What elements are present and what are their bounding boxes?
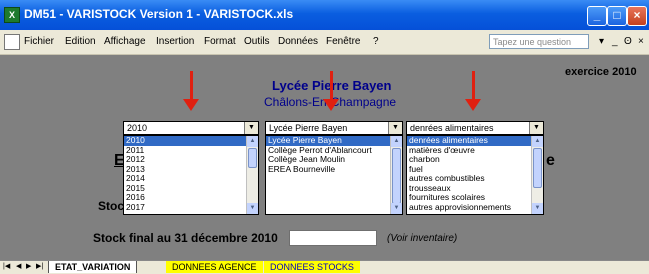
menu-help[interactable]: ? (373, 36, 379, 47)
close-button[interactable]: × (627, 6, 647, 26)
scroll-down-icon[interactable]: ▼ (247, 203, 258, 214)
doc-minimize-button[interactable]: _ (612, 36, 618, 47)
doc-restore-button[interactable]: ʘ (624, 36, 632, 47)
first-sheet-icon[interactable]: |◀ (3, 262, 10, 270)
final-stock-label: Stock final au 31 décembre 2010 (93, 231, 278, 245)
category-select[interactable]: denrées alimentaires ▼ (406, 121, 544, 135)
doc-close-button[interactable]: × (638, 36, 644, 47)
menu-edition[interactable]: Edition (65, 36, 96, 47)
window-title-bar: X DM51 - VARISTOCK Version 1 - VARISTOCK… (0, 0, 649, 30)
final-stock-input[interactable] (289, 230, 377, 246)
chevron-down-icon[interactable]: ▼ (388, 122, 402, 134)
school-option[interactable]: EREA Bourneville (266, 164, 402, 175)
window-title: DM51 - VARISTOCK Version 1 - VARISTOCK.x… (24, 7, 294, 21)
inventory-note: (Voir inventaire) (387, 233, 458, 244)
scroll-up-icon[interactable]: ▲ (391, 136, 402, 147)
menu-outils[interactable]: Outils (244, 36, 270, 47)
minimize-button[interactable]: _ (587, 6, 607, 26)
category-listbox[interactable]: denrées alimentaires matières d'œuvre ch… (406, 135, 544, 215)
red-arrow-year-head-icon (183, 99, 199, 111)
maximize-button[interactable]: □ (607, 6, 627, 26)
school-scrollbar[interactable]: ▲ ▼ (390, 136, 402, 214)
menu-insertion[interactable]: Insertion (156, 36, 194, 47)
worksheet-area[interactable]: exercice 2010 Lycée Pierre Bayen Châlons… (0, 55, 649, 260)
year-select[interactable]: 2010 ▼ (123, 121, 259, 135)
workbook-icon[interactable] (4, 34, 20, 50)
menu-bar: Fichier Edition Affichage Insertion Form… (0, 30, 649, 55)
school-select[interactable]: Lycée Pierre Bayen ▼ (265, 121, 403, 135)
red-arrow-category-head-icon (465, 99, 481, 111)
tab-donnees-agence[interactable]: DONNEES AGENCE (166, 261, 263, 273)
tab-donnees-stocks[interactable]: DONNEES STOCKS (264, 261, 360, 273)
menu-format[interactable]: Format (204, 36, 236, 47)
year-option[interactable]: 2017 (124, 202, 258, 213)
partial-stock-label: Stoc (98, 199, 125, 213)
scroll-down-icon[interactable]: ▼ (391, 203, 402, 214)
next-sheet-icon[interactable]: ▶ (26, 262, 31, 270)
help-question-input[interactable]: Tapez une question (489, 34, 589, 49)
tab-etat-variation[interactable]: ETAT_VARIATION (48, 261, 138, 273)
year-scrollbar[interactable]: ▲ ▼ (246, 136, 258, 214)
category-option[interactable]: charbon (407, 154, 543, 165)
prev-sheet-icon[interactable]: ◀ (16, 262, 21, 270)
school-listbox[interactable]: Lycée Pierre Bayen Collège Perrot d'Abla… (265, 135, 403, 215)
exercise-label: exercice 2010 (565, 66, 637, 78)
menu-fenetre[interactable]: Fenêtre (326, 36, 360, 47)
help-dropdown-icon[interactable]: ▾ (599, 36, 604, 47)
menu-donnees[interactable]: Données (278, 36, 318, 47)
chevron-down-icon[interactable]: ▼ (244, 122, 258, 134)
school-select-value: Lycée Pierre Bayen (269, 123, 348, 133)
last-sheet-icon[interactable]: ▶| (36, 262, 43, 270)
excel-app-icon[interactable]: X (4, 7, 20, 23)
sheet-tab-bar: |◀ ◀ ▶ ▶| ETAT_VARIATION DONNEES AGENCE … (0, 260, 649, 274)
category-scrollbar[interactable]: ▲ ▼ (531, 136, 543, 214)
year-option[interactable]: 2010 (124, 136, 258, 146)
red-arrow-school (330, 71, 333, 99)
scroll-thumb[interactable] (392, 148, 401, 204)
menu-affichage[interactable]: Affichage (104, 36, 146, 47)
category-select-value: denrées alimentaires (410, 123, 494, 133)
scroll-down-icon[interactable]: ▼ (532, 203, 543, 214)
scroll-up-icon[interactable]: ▲ (532, 136, 543, 147)
menu-fichier[interactable]: Fichier (24, 36, 54, 47)
year-select-value: 2010 (127, 123, 148, 133)
red-arrow-category (472, 71, 475, 99)
category-option[interactable]: autres approvisionnements (407, 202, 543, 213)
partial-heading-right: e (546, 152, 555, 169)
chevron-down-icon[interactable]: ▼ (529, 122, 543, 134)
red-arrow-school-head-icon (323, 99, 339, 111)
scroll-thumb[interactable] (533, 148, 542, 188)
scroll-up-icon[interactable]: ▲ (247, 136, 258, 147)
scroll-thumb[interactable] (248, 148, 257, 168)
red-arrow-year (190, 71, 193, 99)
year-listbox[interactable]: 2010 2011 2012 2013 2014 2015 2016 2017 … (123, 135, 259, 215)
